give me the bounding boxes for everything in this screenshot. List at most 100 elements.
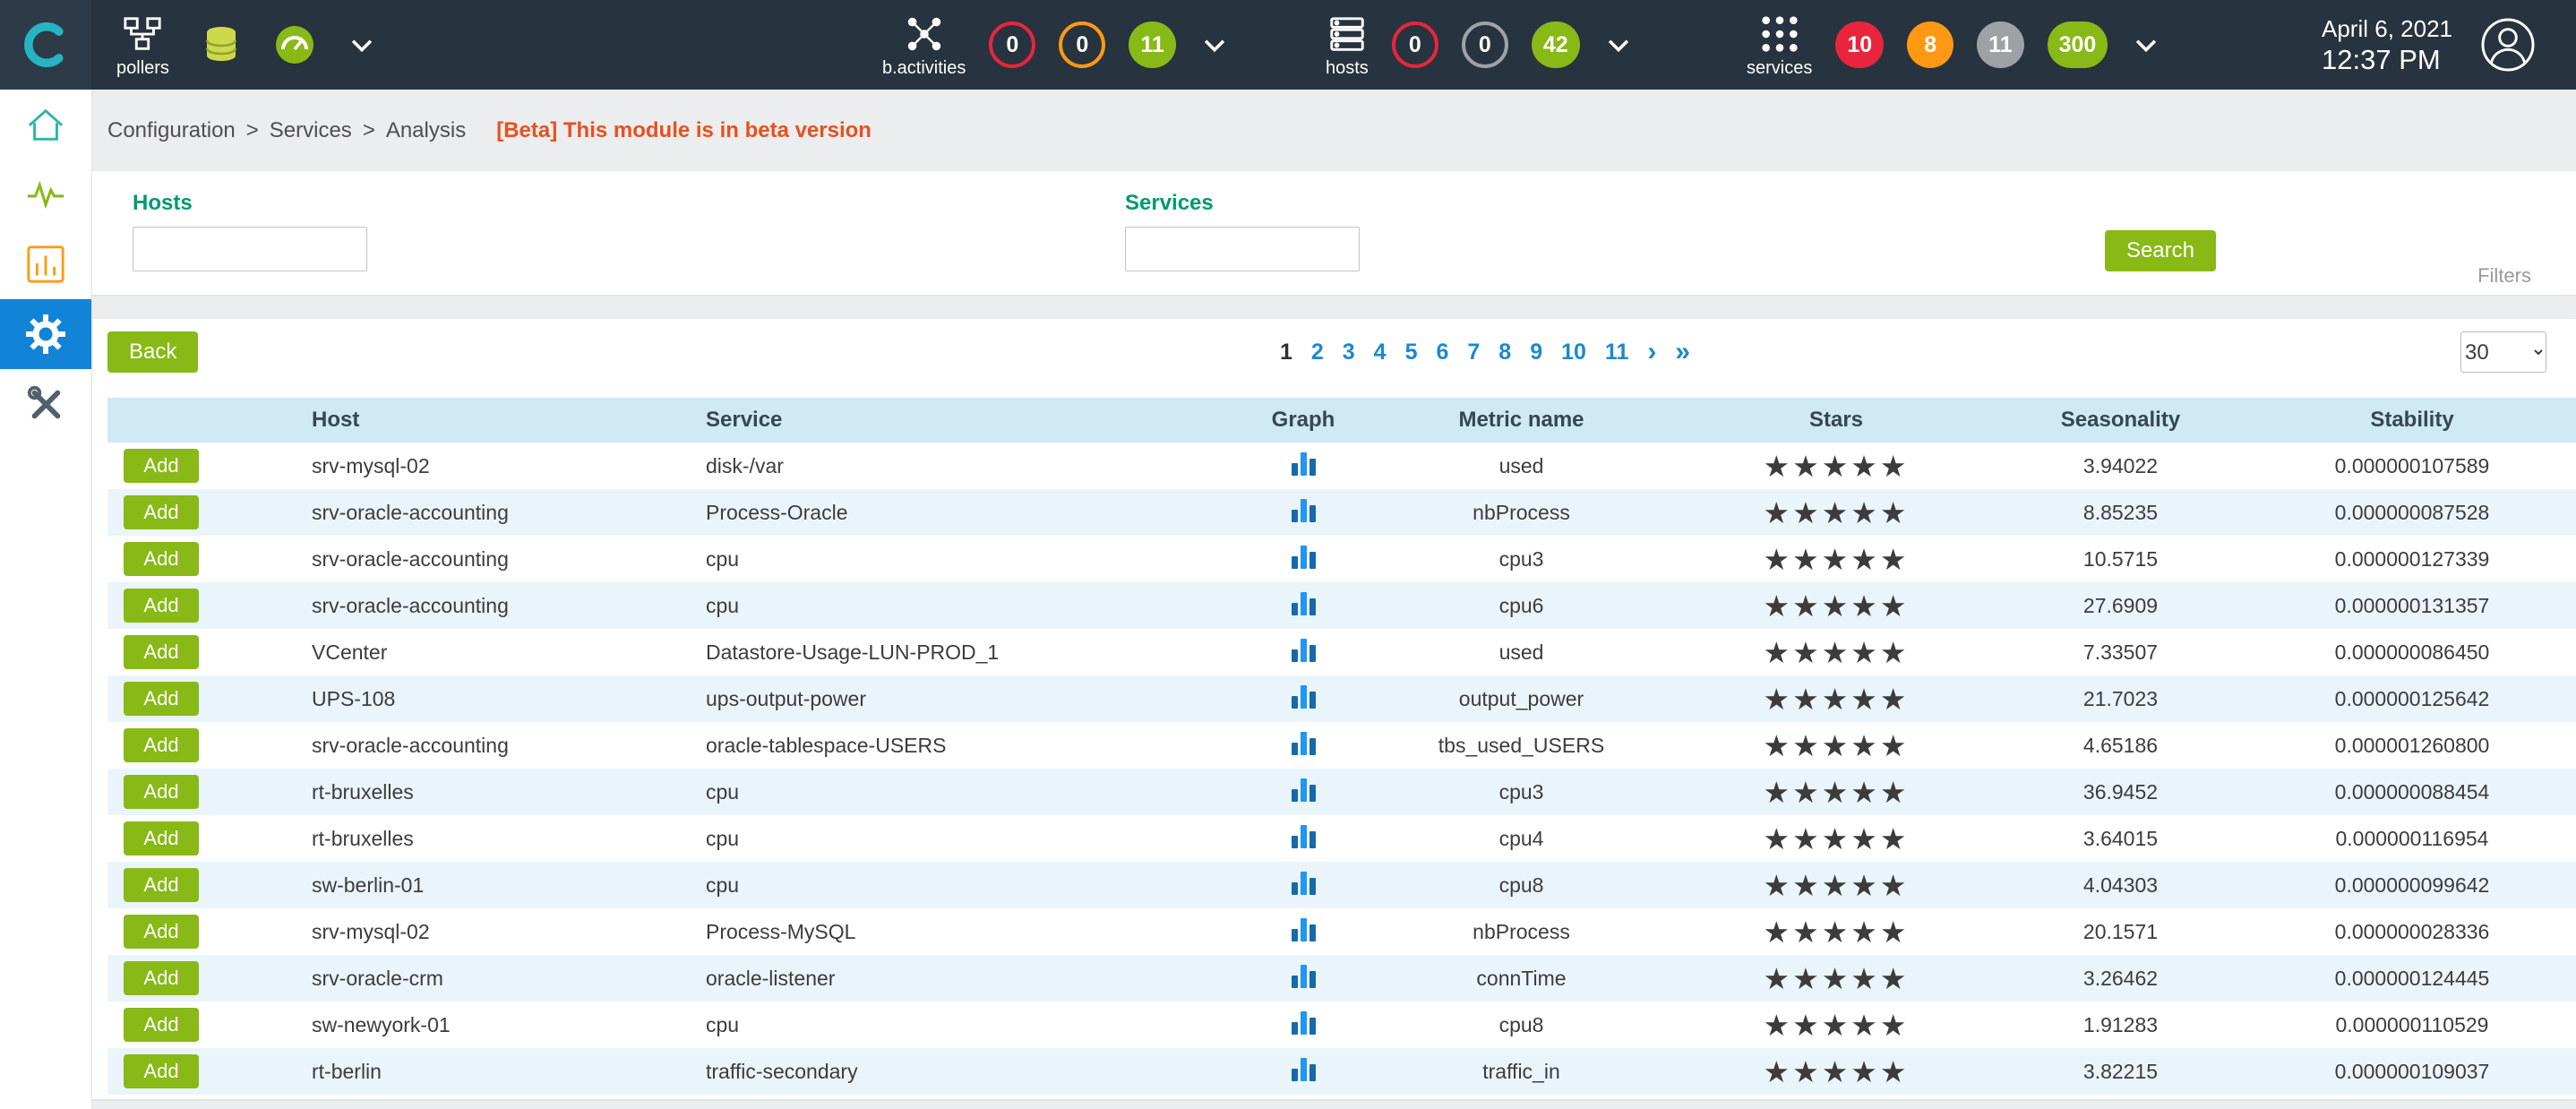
graph-icon[interactable] [1292, 637, 1316, 662]
seasonality-cell: 8.85235 [1993, 489, 2248, 536]
business-activities-menu-item[interactable]: b.activities [882, 13, 966, 77]
pagination-page-link[interactable]: 7 [1467, 340, 1480, 365]
add-button[interactable]: Add [124, 635, 199, 669]
graph-icon[interactable] [1292, 590, 1316, 615]
database-status-icon[interactable] [200, 23, 243, 66]
status-count-badge[interactable]: 300 [2048, 21, 2108, 68]
poller-chevron-down-icon[interactable] [347, 30, 377, 60]
status-count-badge[interactable]: 0 [1059, 21, 1105, 68]
service-cell: Process-Oracle [706, 489, 1243, 536]
add-button[interactable]: Add [124, 682, 199, 716]
breadcrumb: Configuration > Services > Analysis [Bet… [91, 90, 2576, 145]
stars-rating: ★★★★★ [1679, 489, 1993, 536]
stability-cell: 0.000000086450 [2248, 629, 2576, 675]
pagination-page-link[interactable]: 6 [1436, 340, 1448, 365]
service-cell: cpu [706, 1002, 1243, 1048]
stability-cell: 0.000000028336 [2248, 908, 2576, 955]
stability-cell: 0.000000125642 [2248, 675, 2576, 722]
clock: April 6, 2021 12:37 PM [2322, 0, 2452, 90]
hosts-chevron-down-icon[interactable] [1603, 30, 1634, 60]
stability-cell: 0.000000124445 [2248, 955, 2576, 1002]
business-activities-label: b.activities [882, 59, 966, 77]
add-button[interactable]: Add [124, 1008, 199, 1042]
status-count-badge[interactable]: 0 [1462, 21, 1508, 68]
add-button[interactable]: Add [124, 1054, 199, 1088]
pagination-last-icon[interactable]: » [1675, 339, 1690, 365]
graph-icon[interactable] [1292, 1010, 1316, 1035]
graph-icon[interactable] [1292, 963, 1316, 988]
graph-icon[interactable] [1292, 683, 1316, 709]
graph-icon[interactable] [1292, 544, 1316, 569]
services-chevron-down-icon[interactable] [2131, 30, 2161, 60]
graph-icon[interactable] [1292, 870, 1316, 895]
services-filter-input[interactable] [1125, 227, 1360, 271]
stability-cell: 0.000000127339 [2248, 536, 2576, 582]
hosts-filter-input[interactable] [133, 227, 367, 271]
stars-rating: ★★★★★ [1679, 722, 1993, 769]
pagination-page-link[interactable]: 10 [1561, 340, 1586, 365]
graph-icon[interactable] [1292, 916, 1316, 941]
search-button[interactable]: Search [2105, 230, 2216, 271]
seasonality-cell: 20.1571 [1993, 908, 2248, 955]
add-button[interactable]: Add [124, 728, 199, 762]
graph-icon[interactable] [1292, 823, 1316, 848]
page-size-select[interactable]: 30 [2460, 331, 2546, 373]
stability-cell: 0.000000099642 [2248, 862, 2576, 908]
pagination-page-link[interactable]: 11 [1605, 340, 1628, 365]
add-button[interactable]: Add [124, 915, 199, 949]
business-activities-chevron-down-icon[interactable] [1199, 30, 1230, 60]
service-cell: cpu [706, 769, 1243, 815]
pagination-page-link[interactable]: 8 [1498, 340, 1511, 365]
status-count-badge[interactable]: 0 [1392, 21, 1438, 68]
current-time: 12:37 PM [2322, 46, 2441, 73]
centreon-logo[interactable] [0, 0, 91, 90]
pagination-page-link[interactable]: 4 [1374, 340, 1387, 365]
stability-cell: 0.000000116954 [2248, 815, 2576, 862]
stars-rating: ★★★★★ [1679, 1002, 1993, 1048]
pagination-page-link[interactable]: 9 [1530, 340, 1542, 365]
status-count-badge[interactable]: 11 [1977, 21, 2023, 68]
graph-icon[interactable] [1292, 497, 1316, 522]
stars-rating: ★★★★★ [1679, 582, 1993, 629]
back-button[interactable]: Back [107, 331, 198, 373]
breadcrumb-services[interactable]: Services [270, 118, 352, 143]
add-button[interactable]: Add [124, 821, 199, 855]
status-count-badge[interactable]: 10 [1835, 21, 1884, 68]
add-button[interactable]: Add [124, 495, 199, 529]
breadcrumb-configuration[interactable]: Configuration [107, 118, 236, 143]
graph-icon[interactable] [1292, 451, 1316, 476]
status-count-badge[interactable]: 0 [989, 21, 1035, 68]
pagination-page-link[interactable]: 2 [1311, 340, 1324, 365]
centreon-logo-icon [21, 21, 70, 69]
add-button[interactable]: Add [124, 775, 199, 809]
sidebar-item-monitoring[interactable] [0, 159, 91, 229]
pagination-page-link[interactable]: 3 [1343, 340, 1355, 365]
seasonality-cell: 1.91283 [1993, 1002, 2248, 1048]
sidebar-item-administration[interactable] [0, 369, 91, 439]
business-activities-badges: 00 11 [989, 21, 1175, 68]
graph-icon[interactable] [1292, 777, 1316, 802]
user-menu[interactable] [2479, 0, 2537, 90]
pagination-next-icon[interactable]: › [1647, 339, 1656, 365]
pollers-menu-item[interactable]: pollers [116, 13, 169, 77]
status-count-badge[interactable]: 42 [1532, 21, 1580, 68]
graph-icon[interactable] [1292, 1056, 1316, 1081]
status-count-badge[interactable]: 8 [1907, 21, 1953, 68]
add-button[interactable]: Add [124, 449, 199, 483]
services-menu-item[interactable]: services [1747, 13, 1812, 77]
stability-cell: 0.000000131357 [2248, 582, 2576, 629]
status-count-badge[interactable]: 11 [1129, 21, 1175, 68]
hosts-menu-item[interactable]: hosts [1326, 13, 1369, 77]
pagination-pages: 23456789 10 11 [1311, 340, 1629, 365]
latency-gauge-icon[interactable] [273, 23, 316, 66]
add-button[interactable]: Add [124, 868, 199, 902]
seasonality-cell: 10.5715 [1993, 536, 2248, 582]
pagination-page-link[interactable]: 5 [1405, 340, 1418, 365]
add-button[interactable]: Add [124, 961, 199, 995]
add-button[interactable]: Add [124, 589, 199, 623]
graph-icon[interactable] [1292, 730, 1316, 755]
sidebar-item-home[interactable] [0, 90, 91, 159]
sidebar-item-reporting[interactable] [0, 229, 91, 299]
sidebar-item-configuration[interactable] [0, 299, 91, 369]
add-button[interactable]: Add [124, 542, 199, 576]
